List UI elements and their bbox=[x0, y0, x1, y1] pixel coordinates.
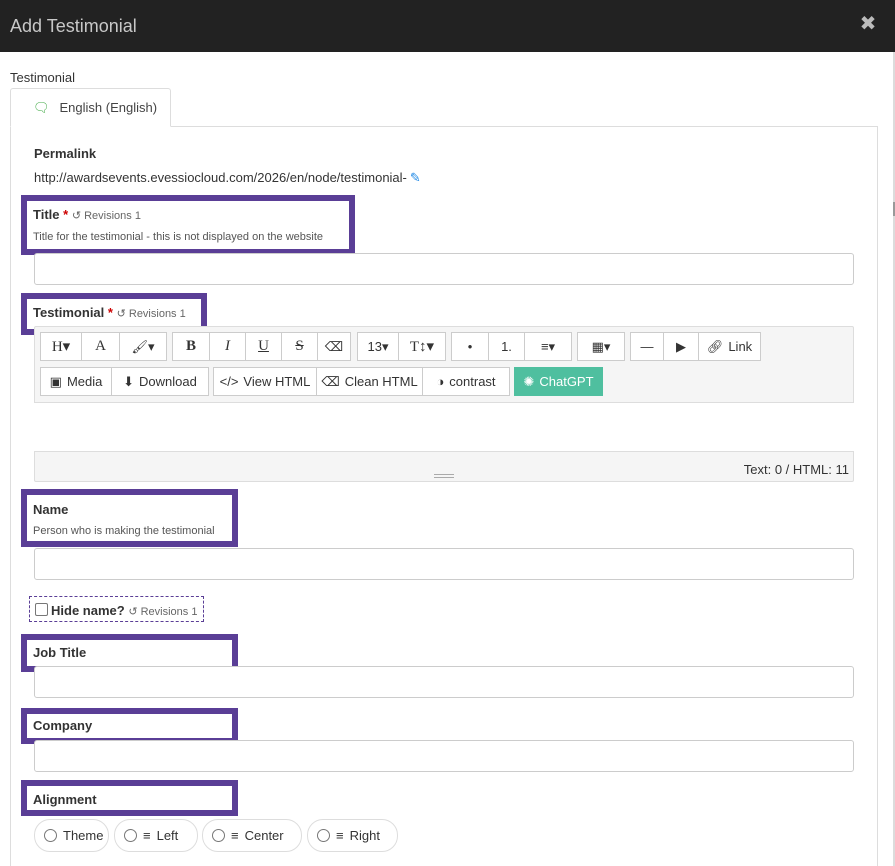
horizontal-rule-icon[interactable]: — bbox=[630, 332, 664, 361]
font-color-button[interactable]: A bbox=[81, 332, 120, 361]
hide-name-label: Hide name? ↺ Revisions 1 bbox=[51, 603, 198, 618]
bold-button[interactable]: B bbox=[172, 332, 210, 361]
paint-brush-icon[interactable]: 🖌▾ bbox=[119, 332, 167, 361]
download-button[interactable]: ⬇ Download bbox=[111, 367, 209, 396]
view-html-button[interactable]: </> View HTML bbox=[213, 367, 317, 396]
section-label: Testimonial bbox=[10, 70, 76, 85]
clean-html-button[interactable]: ⌫ Clean HTML bbox=[316, 367, 423, 396]
name-input[interactable] bbox=[34, 548, 854, 580]
alignment-option-left[interactable]: ≡ Left bbox=[114, 819, 198, 852]
numbered-list-icon[interactable]: 1. bbox=[488, 332, 525, 361]
video-icon[interactable]: ▶ bbox=[663, 332, 699, 361]
tab-english[interactable]: 🗨︎ English (English) bbox=[10, 88, 171, 127]
media-button[interactable]: ▣ Media bbox=[40, 367, 112, 396]
permalink-row: http://awardsevents.evessiocloud.com/202… bbox=[34, 170, 421, 186]
align-right-icon: ≡ bbox=[336, 828, 344, 843]
alignment-label: Alignment bbox=[33, 792, 97, 807]
revisions-link[interactable]: ↺ Revisions 1 bbox=[128, 606, 197, 618]
company-label: Company bbox=[33, 718, 93, 733]
name-highlight bbox=[21, 489, 238, 547]
font-size-button[interactable]: 13▾ bbox=[357, 332, 399, 361]
code-icon: </> bbox=[219, 374, 239, 389]
eraser-icon[interactable]: ⌫ bbox=[317, 332, 351, 361]
permalink-url[interactable]: http://awardsevents.evessiocloud.com/202… bbox=[34, 170, 407, 185]
job-title-input[interactable] bbox=[34, 666, 854, 698]
radio-circle[interactable] bbox=[124, 829, 137, 842]
alignment-option-theme[interactable]: Theme bbox=[34, 819, 109, 852]
dialog-title: Add Testimonial bbox=[10, 15, 137, 36]
title-label: Title * ↺ Revisions 1 bbox=[33, 207, 141, 222]
alignment-option-right[interactable]: ≡ Right bbox=[307, 819, 398, 852]
radio-circle[interactable] bbox=[317, 829, 330, 842]
align-left-icon: ≡ bbox=[143, 828, 151, 843]
align-center-icon: ≡ bbox=[231, 828, 239, 843]
close-icon[interactable]: ✖ bbox=[857, 13, 879, 35]
revisions-link[interactable]: ↺ Revisions 1 bbox=[117, 308, 186, 320]
hide-name-checkbox[interactable] bbox=[35, 603, 48, 616]
bullet-list-icon[interactable]: • bbox=[451, 332, 489, 361]
line-height-button[interactable]: T↕▾ bbox=[398, 332, 446, 361]
eraser-icon: ⌫ bbox=[321, 373, 340, 389]
chatgpt-button[interactable]: ✺ ChatGPT bbox=[514, 367, 603, 396]
contrast-icon: ◑ bbox=[436, 374, 445, 389]
align-icon[interactable]: ≡▾ bbox=[524, 332, 572, 361]
title-input[interactable] bbox=[34, 253, 854, 285]
contrast-button[interactable]: ◑ contrast bbox=[422, 367, 510, 396]
table-icon[interactable]: ▦▾ bbox=[577, 332, 625, 361]
link-icon: 🔗︎ bbox=[706, 338, 724, 354]
alignment-option-center[interactable]: ≡ Center bbox=[202, 819, 302, 852]
pencil-icon[interactable]: ✎ bbox=[410, 170, 421, 185]
download-icon: ⬇ bbox=[123, 373, 135, 389]
permalink-label: Permalink bbox=[34, 146, 97, 161]
radio-circle[interactable] bbox=[212, 829, 225, 842]
link-button[interactable]: 🔗︎ Link bbox=[698, 332, 761, 361]
openai-icon: ✺ bbox=[523, 373, 535, 389]
company-input[interactable] bbox=[34, 740, 854, 772]
heading-button[interactable]: H▾ bbox=[40, 332, 82, 361]
tab-label: English (English) bbox=[59, 100, 158, 115]
speech-bubble-icon: 🗨︎ bbox=[33, 99, 50, 115]
radio-circle[interactable] bbox=[44, 829, 57, 842]
name-help: Person who is making the testimonial bbox=[33, 525, 215, 537]
image-icon: ▣ bbox=[49, 373, 62, 389]
italic-button[interactable]: I bbox=[209, 332, 246, 361]
title-highlight bbox=[21, 195, 355, 255]
testimonial-label: Testimonial * ↺ Revisions 1 bbox=[33, 305, 186, 320]
editor-content-area[interactable] bbox=[34, 402, 854, 452]
underline-button[interactable]: U bbox=[245, 332, 282, 361]
job-title-label: Job Title bbox=[33, 645, 87, 660]
title-help: Title for the testimonial - this is not … bbox=[33, 231, 324, 243]
dialog-header: Add Testimonial ✖ bbox=[0, 0, 895, 52]
name-label: Name bbox=[33, 502, 69, 517]
resize-handle[interactable] bbox=[434, 474, 454, 478]
revisions-link[interactable]: ↺ Revisions 1 bbox=[72, 210, 141, 222]
editor-status: Text: 0 / HTML: 11 bbox=[743, 462, 849, 477]
strikethrough-button[interactable]: S bbox=[281, 332, 318, 361]
